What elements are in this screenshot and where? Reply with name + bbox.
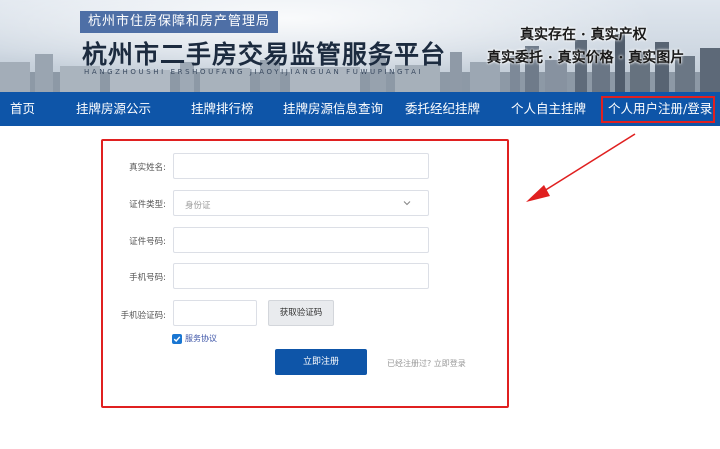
phone-label: 手机号码: [129,273,166,283]
get-verification-code-button[interactable]: 获取验证码 [268,300,334,326]
register-login-highlight-box [601,96,715,123]
register-button[interactable]: 立即注册 [275,349,367,375]
id-number-label: 证件号码: [129,237,166,247]
id-number-input[interactable] [173,227,429,253]
real-name-input[interactable] [173,153,429,179]
site-title-pinyin: HANGZHOUSHI ERSHOUFANG JIAOYIJIANGUAN FU… [84,68,424,76]
real-name-label: 真实姓名: [129,163,166,173]
agreement-checkbox[interactable] [172,334,182,344]
service-agreement-link[interactable]: 服务协议 [185,334,217,344]
annotation-arrow-icon [526,133,636,202]
org-name-badge: 杭州市住房保障和房产管理局 [80,11,279,33]
id-type-selected-value: 身份证 [185,201,211,211]
login-prompt: 已经注册过? 立即登录 [387,358,466,369]
login-prompt-text: 已经注册过? [387,359,432,368]
nav-item-listing-search[interactable]: 挂牌房源信息查询 [283,92,383,126]
nav-item-agent-listing[interactable]: 委托经纪挂牌 [405,92,480,126]
verification-code-input[interactable] [173,300,257,326]
nav-item-home[interactable]: 首页 [10,92,35,126]
id-type-label: 证件类型: [129,200,166,210]
site-title: 杭州市二手房交易监管服务平台 [82,40,447,69]
login-link[interactable]: 立即登录 [434,359,466,368]
nav-item-self-listing[interactable]: 个人自主挂牌 [511,92,586,126]
nav-item-listings[interactable]: 挂牌房源公示 [76,92,151,126]
chevron-down-icon [403,201,411,206]
header-banner: 杭州市住房保障和房产管理局 杭州市二手房交易监管服务平台 HANGZHOUSHI… [0,0,720,92]
slogan-line-1: 真实存在 · 真实产权 [520,27,647,43]
verification-code-label: 手机验证码: [120,311,166,321]
phone-input[interactable] [173,263,429,289]
id-type-select[interactable]: 身份证 [173,190,429,216]
checkmark-icon [173,336,181,343]
slogan-line-2: 真实委托 · 真实价格 · 真实图片 [487,50,685,66]
nav-item-ranking[interactable]: 挂牌排行榜 [191,92,254,126]
